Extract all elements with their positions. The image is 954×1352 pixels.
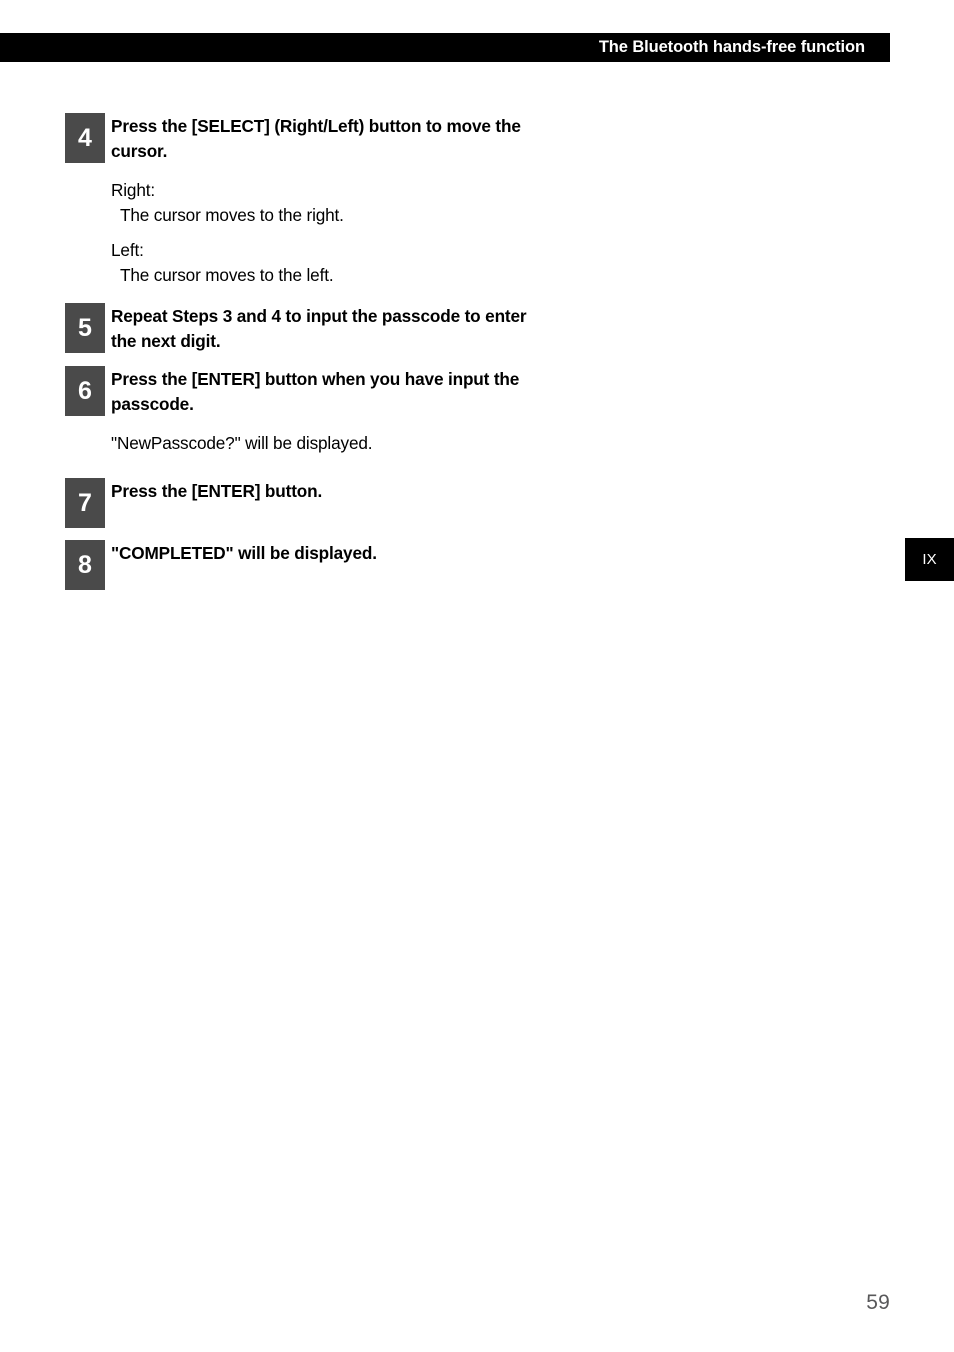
step-title: Press the [ENTER] button when you have i… [111, 369, 520, 414]
step-note: The cursor moves to the left. [120, 265, 334, 285]
step-note: Right: [111, 180, 155, 200]
step-6-notes: "NewPasscode?" will be displayed. [65, 431, 535, 456]
page-number: 59 [866, 1291, 890, 1314]
step-title: "COMPLETED" will be displayed. [111, 543, 377, 563]
step-number-badge: 8 [65, 540, 105, 590]
step-item-6: 6 Press the [ENTER] button when you have… [65, 366, 535, 417]
step-note: Left: [111, 240, 144, 260]
page-header-title: The Bluetooth hands-free function [598, 38, 865, 56]
step-note: "NewPasscode?" will be displayed. [111, 433, 373, 453]
step-item-8: 8 "COMPLETED" will be displayed. [65, 540, 535, 590]
chapter-side-tab: IX [905, 538, 954, 581]
step-content: Press the [ENTER] button. [105, 478, 535, 504]
step-item-7: 7 Press the [ENTER] button. [65, 478, 535, 528]
chapter-side-tab-label: IX [922, 551, 937, 568]
step-content: Press the [SELECT] (Right/Left) button t… [105, 113, 535, 164]
step-item-5: 5 Repeat Steps 3 and 4 to input the pass… [65, 303, 535, 354]
step-number-badge: 6 [65, 366, 105, 416]
step-number-badge: 5 [65, 303, 105, 353]
step-note: The cursor moves to the right. [120, 205, 344, 225]
step-4-notes: Right: The cursor moves to the right. Le… [65, 178, 535, 288]
step-content: "COMPLETED" will be displayed. [105, 540, 535, 566]
instruction-steps-list: 4 Press the [SELECT] (Right/Left) button… [65, 113, 535, 590]
step-number-badge: 7 [65, 478, 105, 528]
step-title: Press the [SELECT] (Right/Left) button t… [111, 116, 521, 161]
step-item-4: 4 Press the [SELECT] (Right/Left) button… [65, 113, 535, 164]
step-content: Press the [ENTER] button when you have i… [105, 366, 535, 417]
step-title: Press the [ENTER] button. [111, 481, 323, 501]
step-number-badge: 4 [65, 113, 105, 163]
step-content: Repeat Steps 3 and 4 to input the passco… [105, 303, 535, 354]
step-title: Repeat Steps 3 and 4 to input the passco… [111, 306, 527, 351]
page-header-bar: The Bluetooth hands-free function [0, 33, 890, 62]
